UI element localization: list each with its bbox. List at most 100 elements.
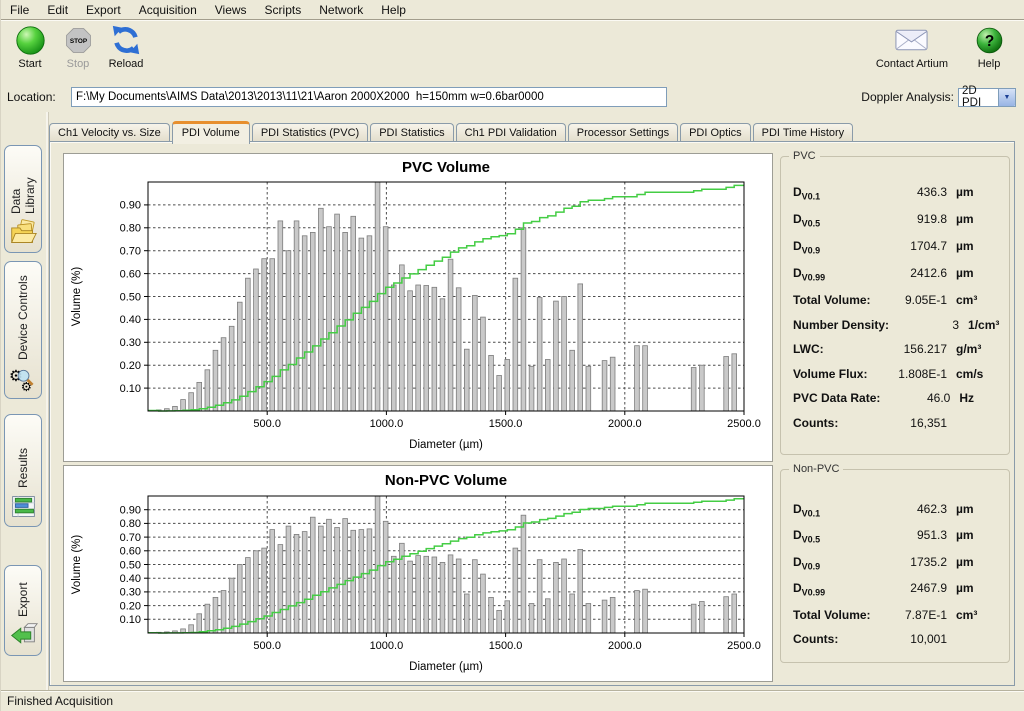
contact-artium-label: Contact Artium [876,58,948,70]
svg-text:0.20: 0.20 [120,600,141,612]
menu-item-export[interactable]: Export [77,1,130,19]
stat-row: LWC:156.217g/m³ [793,342,1004,356]
tab-pdi-volume[interactable]: PDI Volume [172,121,250,144]
tab-pdi-time-history[interactable]: PDI Time History [753,123,854,142]
chevron-down-icon: ▼ [998,89,1015,106]
stat-value: 3 [889,318,959,332]
svg-text:0.80: 0.80 [120,518,141,530]
menu-item-edit[interactable]: Edit [38,1,77,19]
sidebar-item-results[interactable]: Results [4,414,42,527]
sidebar-item-label: Results [16,421,30,488]
svg-text:STOP: STOP [69,38,87,45]
contact-artium-button[interactable]: Contact Artium [876,23,948,70]
stat-row: Volume Flux:1.808E-1cm/s [793,367,1004,381]
stat-label: Total Volume: [793,293,871,307]
stat-label: DV0.99 [793,581,825,597]
tab-ch1-velocity-vs-size[interactable]: Ch1 Velocity vs. Size [49,123,170,142]
stat-unit: µm [956,502,1004,516]
stat-row: Total Volume:7.87E-1cm³ [793,608,1004,622]
stop-label: Stop [67,58,90,70]
sidebar-item-export[interactable]: Export [4,565,42,656]
help-label: Help [978,58,1001,70]
svg-text:0.70: 0.70 [120,532,141,544]
svg-text:0.10: 0.10 [120,383,141,395]
gears-icon: ⚙⚙ [9,364,38,393]
stat-unit: cm³ [956,608,1004,622]
stat-unit: g/m³ [956,342,1004,356]
stat-value: 1.808E-1 [877,367,947,381]
menu-item-file[interactable]: File [1,1,38,19]
svg-text:0.90: 0.90 [120,505,141,517]
sidebar-item-data-library[interactable]: Data Library [4,145,42,253]
reload-icon [110,23,142,57]
toolbar-right-group: Contact Artium ? Help [876,23,1024,70]
svg-text:1000.0: 1000.0 [370,640,404,652]
menu-item-acquisition[interactable]: Acquisition [130,1,206,19]
svg-text:Volume (%): Volume (%) [71,267,83,327]
svg-text:0.80: 0.80 [120,223,141,235]
stat-value: 156.217 [877,342,947,356]
nonpvc-stats-rows: DV0.1462.3µmDV0.5951.3µmDV0.91735.2µmDV0… [793,502,1004,646]
tab-ch1-pdi-validation[interactable]: Ch1 PDI Validation [456,123,566,142]
svg-text:Volume (%): Volume (%) [71,535,83,595]
help-button[interactable]: ? Help [968,23,1010,70]
menu-item-scripts[interactable]: Scripts [256,1,311,19]
menubar: FileEditExportAcquisitionViewsScriptsNet… [1,0,1024,20]
start-label: Start [18,58,41,70]
reload-button[interactable]: Reload [105,23,147,70]
menu-item-network[interactable]: Network [310,1,372,19]
stat-label: DV0.9 [793,239,820,255]
stat-unit: µm [956,581,1004,595]
stat-value: 2467.9 [877,581,947,595]
stat-value: 10,001 [877,632,947,646]
stat-label: DV0.1 [793,185,820,201]
stat-row: Counts:16,351 [793,416,1004,430]
stat-label: DV0.5 [793,212,820,228]
tab-processor-settings[interactable]: Processor Settings [568,123,678,142]
svg-text:500.0: 500.0 [253,418,281,430]
stat-label: Total Volume: [793,608,871,622]
pvc-groupbox-title: PVC [789,150,820,162]
location-input[interactable] [71,87,667,107]
nonpvc-groupbox-title: Non-PVC [789,463,843,475]
stat-row: DV0.99 2467.9 µm [793,581,1004,597]
svg-text:Non-PVC Volume: Non-PVC Volume [385,472,507,489]
start-button[interactable]: Start [9,23,51,70]
stat-value: 462.3 [877,502,947,516]
svg-text:Diameter (µm): Diameter (µm) [409,439,483,451]
pvc-volume-chart: 0.100.200.300.400.500.600.700.800.90500.… [64,154,770,459]
location-label: Location: [7,90,71,104]
stat-row: DV0.1436.3µm [793,185,1004,201]
sidebar-item-device-controls[interactable]: Device Controls⚙⚙ [4,261,42,399]
svg-text:1500.0: 1500.0 [489,418,523,430]
svg-text:PVC Volume: PVC Volume [402,159,490,176]
svg-text:0.30: 0.30 [120,587,141,599]
menu-item-views[interactable]: Views [206,1,256,19]
doppler-analysis-select[interactable]: 2D PDI ▼ [958,88,1016,107]
svg-text:500.0: 500.0 [253,640,281,652]
tab-pdi-optics[interactable]: PDI Optics [680,123,751,142]
menu-item-help[interactable]: Help [372,1,415,19]
svg-text:2500.0: 2500.0 [727,418,761,430]
stop-button[interactable]: STOP Stop [57,23,99,70]
stat-value: 951.3 [877,528,947,542]
stat-unit: Hz [959,391,1004,405]
location-bar: Location: Doppler Analysis: 2D PDI ▼ [1,84,1024,110]
stat-row: PVC Data Rate:46.0Hz [793,391,1004,405]
tabstrip: Ch1 Velocity vs. SizePDI VolumePDI Stati… [49,119,855,142]
pvc-volume-chart-panel: 0.100.200.300.400.500.600.700.800.90500.… [63,153,773,462]
doppler-analysis-value: 2D PDI [959,85,998,109]
stat-value: 1735.2 [877,555,947,569]
stat-label: DV0.9 [793,555,820,571]
svg-text:2500.0: 2500.0 [727,640,761,652]
sidebar: Data Library Device Controls⚙⚙ Results Expo… [1,112,49,690]
status-text: Finished Acquisition [7,694,113,708]
svg-text:0.30: 0.30 [120,337,141,349]
envelope-icon [894,23,929,57]
svg-text:0.50: 0.50 [120,559,141,571]
svg-text:0.20: 0.20 [120,360,141,372]
tab-pdi-statistics[interactable]: PDI Statistics [370,123,453,142]
tab-pdi-statistics-pvc[interactable]: PDI Statistics (PVC) [252,123,368,142]
stat-label: Counts: [793,632,838,646]
stat-unit: µm [956,212,1004,226]
